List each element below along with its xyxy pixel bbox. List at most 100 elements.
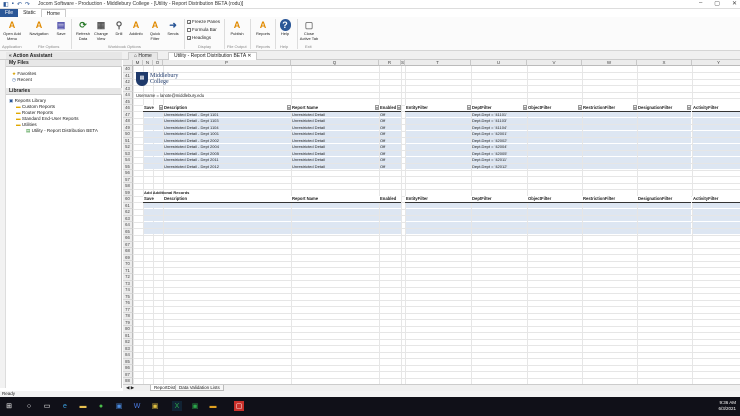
empty-input-cell[interactable] [528,228,582,234]
empty-input-cell[interactable] [380,228,401,234]
empty-input-cell[interactable] [472,209,527,215]
headings-checkbox[interactable]: ✓ Headings [187,35,211,40]
empty-input-cell[interactable] [406,228,471,234]
navigation-button[interactable]: A Navigation [28,19,50,37]
sends-button[interactable]: ➜ Sends [162,19,184,37]
empty-input-cell[interactable] [406,209,471,215]
my-files-header[interactable]: My Files [6,60,122,67]
column-header[interactable]: V [527,60,582,66]
empty-input-cell[interactable] [693,209,740,215]
column-header[interactable]: M [133,60,143,66]
empty-input-cell[interactable] [144,202,163,208]
minimize-icon[interactable]: – [699,0,702,7]
empty-input-cell[interactable] [693,228,740,234]
empty-input-cell[interactable] [638,209,691,215]
column-header[interactable]: Y [692,60,740,66]
jocom-icon[interactable]: ▢ [234,401,244,411]
empty-input-cell[interactable] [638,215,691,221]
column-header[interactable]: W [582,60,637,66]
empty-input-cell[interactable] [292,222,379,228]
empty-input-cell[interactable] [292,202,379,208]
column-header[interactable]: N [143,60,153,66]
column-header[interactable]: O [153,60,163,66]
empty-input-cell[interactable] [380,209,401,215]
empty-input-cell[interactable] [693,222,740,228]
empty-input-cell[interactable] [164,228,291,234]
tree-custom-reports[interactable]: ▬ Custom Reports [16,104,55,109]
outlook-icon[interactable]: ▣ [114,401,124,411]
empty-input-cell[interactable] [528,215,582,221]
tree-router-reports[interactable]: ▬ Router Reports [16,110,53,115]
redo-icon[interactable]: ↷ [25,1,30,8]
empty-input-cell[interactable] [380,215,401,221]
tree-report-distribution[interactable]: ▤ Utility - Report Distribution BETA [26,128,98,133]
empty-input-cell[interactable] [164,222,291,228]
record-description[interactable]: Unrestricted Detail - Dept 2012 [163,164,291,171]
filter-dropdown-icon[interactable]: ▾ [687,105,691,110]
empty-input-cell[interactable] [528,209,582,215]
save-quick-icon[interactable]: ▪ [12,1,14,8]
search-icon[interactable]: ○ [24,401,34,411]
empty-input-cell[interactable] [472,215,527,221]
maximize-icon[interactable]: ▢ [714,0,720,7]
empty-input-cell[interactable] [406,222,471,228]
empty-input-cell[interactable] [528,222,582,228]
empty-input-cell[interactable] [583,215,637,221]
empty-input-cell[interactable] [292,228,379,234]
tree-recent[interactable]: ◷ Recent [12,77,32,82]
empty-input-cell[interactable] [583,228,637,234]
open-add-menu-button[interactable]: A Open Add Menu [1,19,23,41]
empty-input-cell[interactable] [164,202,291,208]
edge-icon[interactable]: e [60,401,70,411]
freeze-panes-checkbox[interactable]: ✓ Freeze Panes [187,19,220,24]
empty-input-cell[interactable] [472,222,527,228]
excel-icon[interactable]: X [172,401,182,411]
record-enabled[interactable]: Off [379,164,401,171]
record-dept-filter[interactable]: Dept.Dept = '42012' [471,164,527,171]
tree-utilities[interactable]: ▬ Utilities [16,122,37,127]
empty-input-cell[interactable] [406,215,471,221]
empty-input-cell[interactable] [164,215,291,221]
record-report-name[interactable]: Unrestricted Detail [291,164,379,171]
undo-icon[interactable]: ↶ [17,1,22,8]
close-icon[interactable]: ✕ [732,0,737,7]
empty-input-cell[interactable] [144,222,163,228]
empty-input-cell[interactable] [693,202,740,208]
windows-start-icon[interactable]: ⊞ [4,401,14,411]
close-tab-x-icon[interactable]: ✕ [247,53,251,59]
column-header[interactable]: P [163,60,291,66]
menu-static[interactable]: Static [18,9,41,17]
empty-input-cell[interactable] [144,215,163,221]
empty-input-cell[interactable] [292,209,379,215]
chrome-icon[interactable]: ● [96,401,106,411]
column-header[interactable]: X [637,60,692,66]
app-icon-yellow[interactable]: ▣ [150,401,160,411]
column-header[interactable]: U [471,60,527,66]
formula-bar-checkbox[interactable]: Formula Bar [187,27,217,32]
empty-input-cell[interactable] [583,209,637,215]
empty-input-cell[interactable] [144,228,163,234]
folder-taskbar-icon[interactable]: ▬ [208,401,218,411]
close-active-tab-button[interactable]: ▢ Close Active Tab [298,19,320,41]
spreadsheet-grid[interactable]: MNOPQRSTUVWXYZ40414243444546474849505152… [123,60,740,384]
empty-input-cell[interactable] [638,228,691,234]
task-view-icon[interactable]: ▭ [42,401,52,411]
empty-input-cell[interactable] [472,202,527,208]
empty-input-cell[interactable] [583,222,637,228]
empty-input-cell[interactable] [583,202,637,208]
empty-input-cell[interactable] [638,202,691,208]
column-header[interactable]: R [379,60,401,66]
tree-standard-reports[interactable]: ▬ Standard End-User Reports [16,116,79,121]
app-icon-green[interactable]: ▣ [190,401,200,411]
empty-input-cell[interactable] [380,222,401,228]
reports-button[interactable]: A Reports [252,19,274,37]
libraries-header[interactable]: Libraries [6,88,122,95]
empty-input-cell[interactable] [528,202,582,208]
empty-input-cell[interactable] [638,222,691,228]
empty-input-cell[interactable] [380,202,401,208]
tab-report-distribution[interactable]: Utility - Report Distribution BETA ✕ [168,52,258,60]
tree-reports-library[interactable]: ▣ Reports Library [9,98,46,103]
filter-dropdown-icon[interactable]: ▾ [397,105,401,110]
help-button[interactable]: ? Help [274,19,296,37]
column-header[interactable]: Q [291,60,379,66]
